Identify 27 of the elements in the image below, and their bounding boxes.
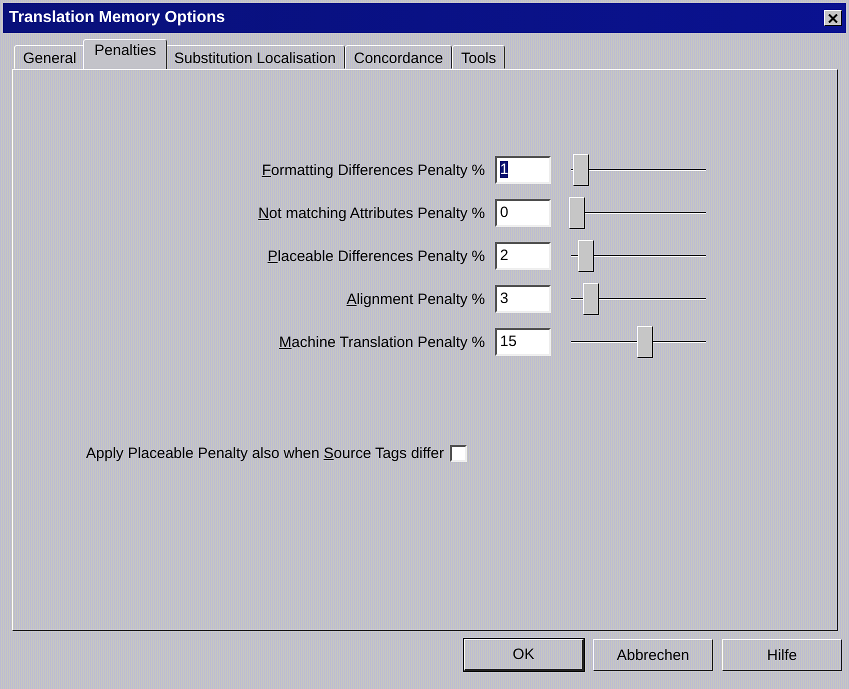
dialog-button[interactable]: Abbrechen	[593, 639, 713, 671]
dialog-button[interactable]: OK	[464, 639, 584, 671]
slider-thumb[interactable]	[578, 240, 594, 272]
field-label: Alignment Penalty %	[346, 290, 485, 308]
checkbox[interactable]	[450, 445, 468, 462]
slider-thumb[interactable]	[569, 197, 585, 229]
slider-thumb[interactable]	[582, 283, 598, 315]
input-field[interactable]: 2	[495, 242, 551, 270]
checkbox-label: Apply Placeable Penalty also when Source Tags differ	[86, 445, 444, 462]
slider-thumb[interactable]	[636, 326, 652, 358]
tab[interactable]: Tools	[452, 45, 506, 69]
input-field[interactable]: 1	[495, 156, 551, 184]
input-field[interactable]: 15	[495, 328, 551, 356]
field-label: Machine Translation Penalty %	[279, 334, 485, 350]
tab[interactable]: Penalties	[83, 39, 168, 69]
close-icon	[828, 14, 838, 22]
field-label: Not matching Attributes Penalty %	[258, 204, 485, 222]
dialog-button[interactable]: Hilfe	[722, 639, 842, 671]
input-field[interactable]: 3	[495, 285, 551, 313]
tab[interactable]: Substitution Localisation	[165, 45, 345, 69]
slider-thumb[interactable]	[573, 154, 590, 186]
close-button[interactable]	[824, 10, 842, 26]
tab[interactable]: Concordance	[344, 45, 452, 69]
input-field[interactable]: 0	[495, 199, 551, 227]
window-title: Translation Memory Options	[9, 9, 226, 27]
field-label: Placeable Differences Penalty %	[268, 248, 485, 264]
field-label: Formatting Differences Penalty %	[262, 162, 485, 178]
